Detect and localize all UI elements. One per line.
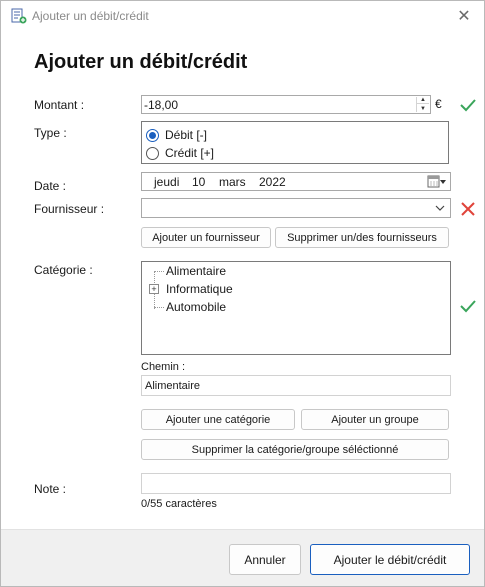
remove-supplier-button[interactable]: Supprimer un/des fournisseurs: [275, 227, 449, 248]
app-icon: [11, 8, 27, 24]
type-label: Type :: [34, 126, 67, 140]
close-icon: ✕: [457, 8, 471, 25]
amount-valid-check-icon: [460, 99, 476, 112]
dialog-window: Ajouter un débit/crédit ✕ Ajouter un déb…: [0, 0, 485, 587]
chevron-down-icon[interactable]: [434, 202, 446, 214]
cancel-button[interactable]: Annuler: [229, 544, 301, 575]
radio-credit-label: Crédit [+]: [165, 146, 215, 160]
page-title: Ajouter un débit/crédit: [34, 51, 248, 73]
delete-category-button[interactable]: Supprimer la catégorie/groupe séléctionn…: [141, 439, 449, 460]
window-title: Ajouter un débit/crédit: [32, 9, 149, 23]
tree-item-alimentaire[interactable]: Alimentaire: [166, 264, 226, 278]
tree-connector: [154, 271, 164, 272]
radio-credit-indicator[interactable]: [146, 146, 159, 160]
supplier-select[interactable]: [141, 198, 451, 218]
close-button[interactable]: ✕: [450, 3, 478, 29]
radio-debit[interactable]: Débit [-]: [146, 127, 207, 143]
amount-value: -18,00: [144, 98, 179, 112]
note-char-count: 0/55 caractères: [141, 498, 217, 510]
note-label: Note :: [34, 482, 67, 496]
amount-spinner: ▲ ▼: [416, 97, 429, 112]
submit-button[interactable]: Ajouter le débit/crédit: [310, 544, 470, 575]
date-month[interactable]: mars: [219, 175, 246, 189]
date-year[interactable]: 2022: [259, 175, 286, 189]
date-weekday[interactable]: jeudi: [154, 175, 179, 189]
radio-credit[interactable]: Crédit [+]: [146, 145, 214, 161]
date-day[interactable]: 10: [192, 175, 205, 189]
supplier-label: Fournisseur :: [34, 202, 105, 216]
title-bar: Ajouter un débit/crédit ✕: [1, 1, 484, 31]
add-supplier-button[interactable]: Ajouter un fournisseur: [141, 227, 271, 248]
date-label: Date :: [34, 179, 67, 193]
category-label: Catégorie :: [34, 263, 93, 277]
spin-up-button[interactable]: ▲: [417, 97, 429, 104]
radio-debit-indicator[interactable]: [146, 128, 159, 142]
add-group-button[interactable]: Ajouter un groupe: [301, 409, 449, 430]
expand-plus-icon[interactable]: +: [149, 284, 159, 294]
amount-label: Montant :: [34, 98, 85, 112]
path-value: Alimentaire: [145, 380, 201, 392]
add-category-button[interactable]: Ajouter une catégorie: [141, 409, 295, 430]
type-radio-group: Débit [-] Crédit [+]: [141, 121, 449, 164]
spin-down-button[interactable]: ▼: [417, 105, 429, 112]
currency-symbol: €: [435, 97, 442, 111]
category-tree[interactable]: Alimentaire + Informatique Automobile: [141, 261, 451, 355]
tree-item-informatique[interactable]: Informatique: [166, 282, 233, 296]
date-picker[interactable]: jeudi 10 mars 2022: [141, 172, 451, 191]
path-field: Alimentaire: [141, 375, 451, 396]
tree-connector: [154, 307, 164, 308]
category-valid-check-icon: [460, 300, 476, 313]
supplier-invalid-x-icon: [461, 202, 475, 216]
radio-debit-label: Débit [-]: [165, 128, 208, 142]
amount-input[interactable]: -18,00 ▲ ▼: [141, 95, 431, 114]
calendar-dropdown-icon[interactable]: [427, 175, 447, 189]
dialog-footer: Annuler Ajouter le débit/crédit: [1, 529, 484, 586]
path-label: Chemin :: [141, 361, 186, 373]
tree-item-automobile[interactable]: Automobile: [166, 300, 226, 314]
note-input[interactable]: [141, 473, 451, 494]
